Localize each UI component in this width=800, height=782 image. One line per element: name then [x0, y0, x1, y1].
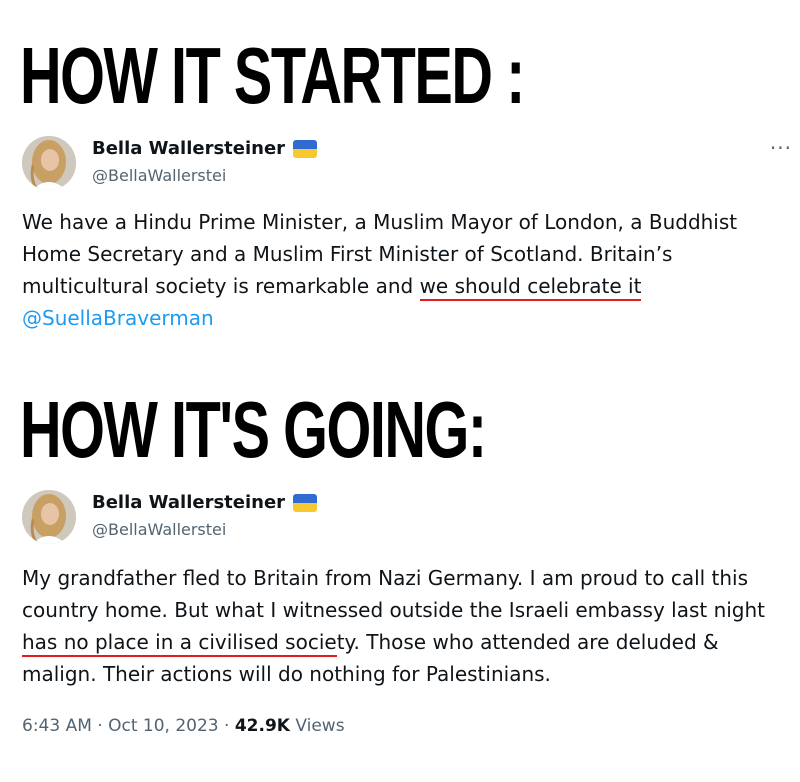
tweet-date[interactable]: Oct 10, 2023 [108, 716, 219, 736]
tweet-text: We have a Hindu Prime Minister, a Muslim… [22, 206, 792, 334]
underlined-phrase: has no place in a civilised socie [22, 630, 337, 657]
more-options-icon[interactable]: ··· [770, 136, 792, 160]
author-name[interactable]: Bella Wallersteiner [92, 138, 285, 159]
ukraine-flag-icon [293, 139, 318, 158]
profile-photo-icon [22, 136, 76, 190]
meta-separator: · [218, 716, 235, 736]
author-name[interactable]: Bella Wallersteiner [92, 492, 285, 513]
tweet-time[interactable]: 6:43 AM [22, 716, 92, 736]
tweet-text: My grandfather fled to Britain from Nazi… [22, 562, 792, 690]
author-handle[interactable]: @BellaWallerstei [92, 520, 226, 539]
tweet-text-part: My grandfather fled to Britain from Nazi… [22, 566, 766, 622]
avatar[interactable] [22, 136, 76, 190]
ukraine-flag-icon [293, 493, 318, 512]
author-handle[interactable]: @BellaWallerstei [92, 166, 226, 185]
tweet-started[interactable]: Bella Wallersteiner @BellaWallerstei ···… [22, 136, 792, 346]
mention-link[interactable]: @SuellaBraverman [22, 306, 214, 330]
tweet-going[interactable]: Bella Wallersteiner @BellaWallerstei My … [22, 490, 792, 750]
underlined-phrase: we should celebrate it [419, 274, 642, 301]
profile-photo-icon [22, 490, 76, 544]
heading-how-its-going: HOW IT'S GOING: [20, 385, 487, 474]
heading-how-it-started: HOW IT STARTED : [20, 31, 525, 120]
meta-separator: · [91, 716, 109, 736]
views-count[interactable]: 42.9K [235, 716, 290, 736]
views-label: Views [289, 716, 345, 736]
avatar[interactable] [22, 490, 76, 544]
tweet-meta: 6:43 AM · Oct 10, 2023 · 42.9K Views [22, 716, 345, 736]
